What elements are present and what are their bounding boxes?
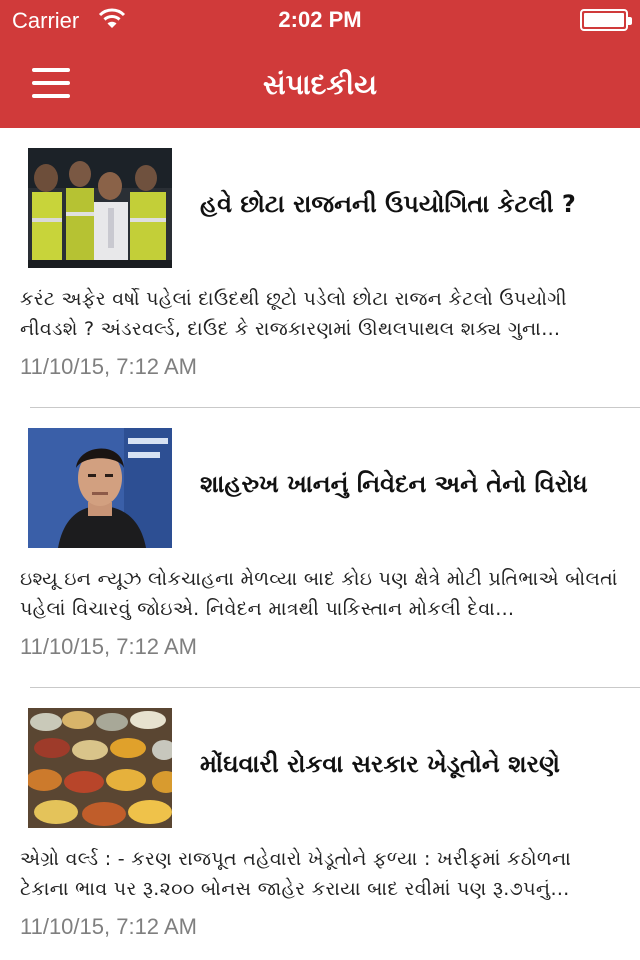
article-thumbnail[interactable] xyxy=(28,428,172,548)
article-item[interactable]: મોંઘવારી રોકવા સરકાર ખેડૂતોને શરણે એગ્રો… xyxy=(0,688,640,960)
article-date: 11/10/15, 7:12 AM xyxy=(20,634,197,659)
article-item[interactable]: શાહરુખ ખાનનું નિવેદન અને તેનો વિરોધ ઇશ્ય… xyxy=(0,408,640,688)
battery-icon xyxy=(580,9,632,31)
article-date: 11/10/15, 7:12 AM xyxy=(20,914,197,939)
article-summary: ઇશ્યૂ ઇન ન્યૂઝ લોકચાહના મેળવ્યા બાદ કોઇ … xyxy=(20,568,618,620)
article-summary: કરંટ અફેર વર્ષો પહેલાં દાઉદથી છૂટો પડેલો… xyxy=(20,288,567,340)
article-item[interactable]: હવે છોટા રાજનની ઉપયોગિતા કેટલી ? કરંટ અફ… xyxy=(0,128,640,408)
article-headline[interactable]: મોંઘવારી રોકવા સરકાર ખેડૂતોને શરણે xyxy=(200,750,620,778)
article-date: 11/10/15, 7:12 AM xyxy=(20,354,197,379)
article-thumbnail[interactable] xyxy=(28,148,172,268)
article-thumbnail[interactable] xyxy=(28,708,172,828)
article-summary: એગ્રો વર્લ્ડ : - કરણ રાજપૂત તહેવારો ખેડૂ… xyxy=(20,848,572,900)
clock: 2:02 PM xyxy=(278,7,362,32)
app-header: Carrier 2:02 PM સંપાદકીય xyxy=(0,0,640,128)
article-headline[interactable]: હવે છોટા રાજનની ઉપયોગિતા કેટલી ? xyxy=(200,190,620,218)
article-list: હવે છોટા રાજનની ઉપયોગિતા કેટલી ? કરંટ અફ… xyxy=(0,128,640,960)
article-headline[interactable]: શાહરુખ ખાનનું નિવેદન અને તેનો વિરોધ xyxy=(200,470,620,498)
status-bar: Carrier 2:02 PM xyxy=(0,0,640,40)
page-title: સંપાદકીય xyxy=(262,68,378,101)
